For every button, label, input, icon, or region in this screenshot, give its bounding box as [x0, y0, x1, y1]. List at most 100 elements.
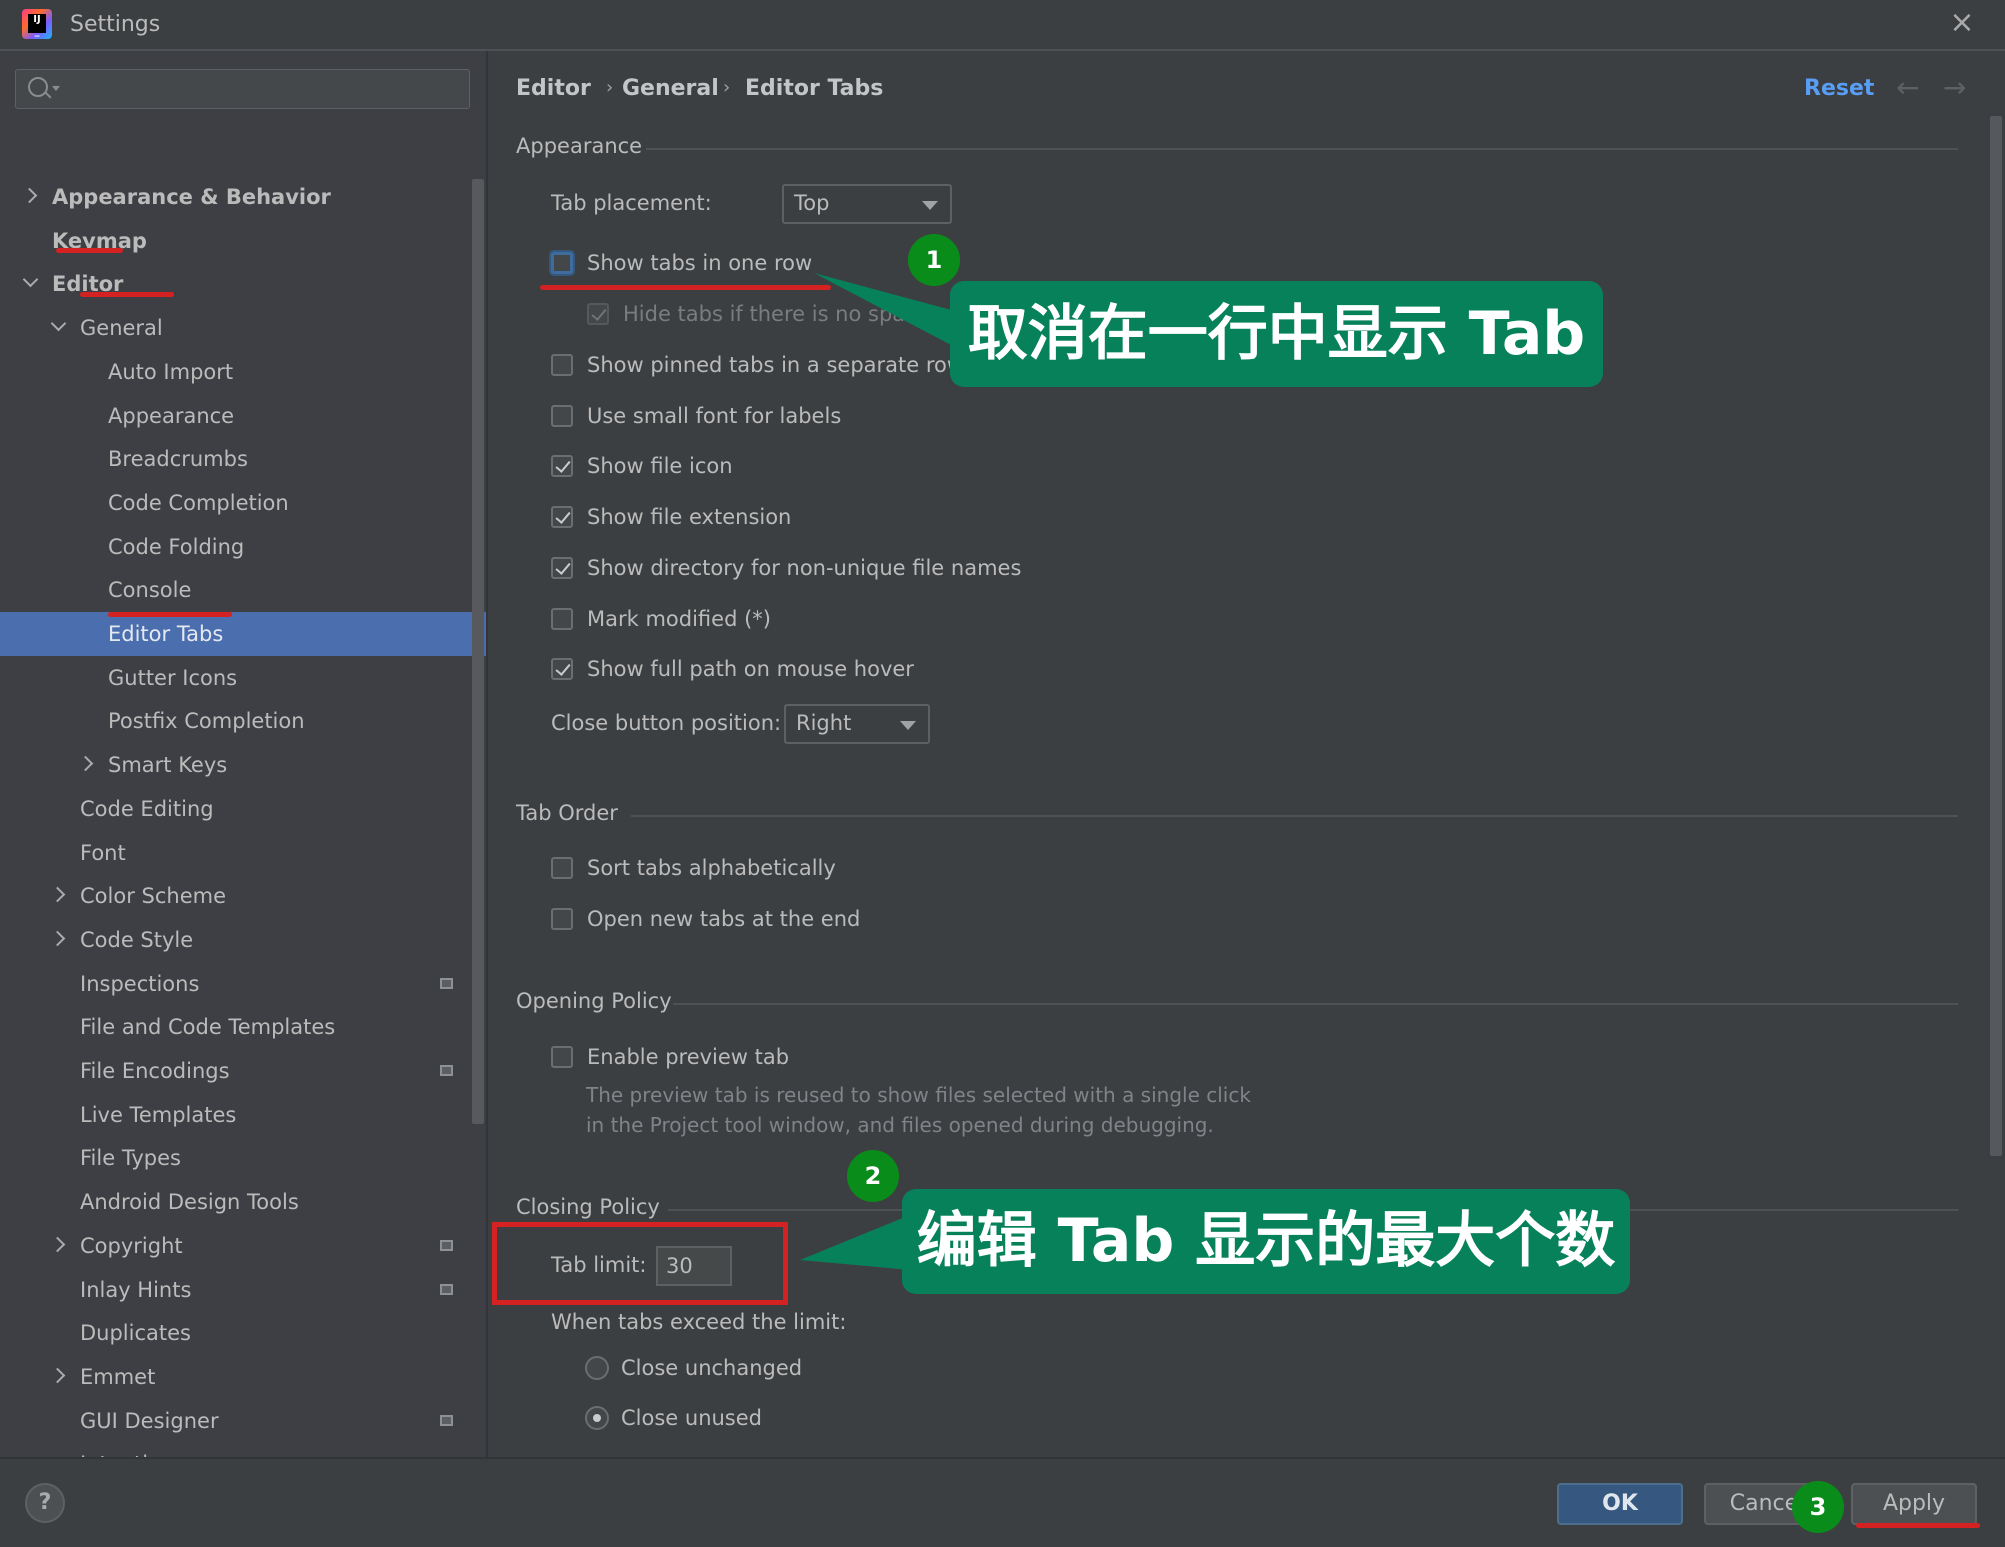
sidebar-item-label: Code Folding — [108, 534, 245, 559]
chevron-right-icon[interactable] — [24, 190, 36, 202]
checkbox-label: Enable preview tab — [587, 1045, 790, 1069]
checkbox-checked[interactable] — [551, 658, 573, 680]
sidebar-item-label: Code Editing — [80, 796, 214, 821]
sidebar-item-label: Console — [108, 578, 192, 603]
sidebar-item[interactable]: File Encodings — [0, 1049, 486, 1093]
sidebar-item-label: General — [80, 316, 163, 341]
sidebar-item[interactable]: Appearance & Behavior — [0, 175, 486, 219]
chevron-right-icon[interactable] — [52, 889, 64, 901]
help-button[interactable]: ? — [25, 1483, 65, 1523]
chevron-right-icon[interactable] — [52, 933, 64, 945]
chevron-down-icon[interactable] — [52, 321, 64, 333]
section-divider — [646, 148, 1958, 150]
checkbox-checked[interactable] — [551, 455, 573, 477]
tab-placement-label: Tab placement: — [551, 191, 712, 215]
checkbox-unchecked[interactable] — [551, 405, 573, 427]
apply-button[interactable]: Apply — [1851, 1483, 1977, 1525]
breadcrumb-general[interactable]: General — [622, 76, 719, 101]
sidebar-item[interactable]: Auto Import — [0, 350, 486, 394]
checkbox-unchecked[interactable] — [551, 1046, 573, 1068]
tab-placement-dropdown[interactable]: Top — [782, 184, 952, 224]
sidebar-item[interactable]: Android Design Tools — [0, 1180, 486, 1224]
sidebar-item-label: GUI Designer — [80, 1408, 219, 1433]
sidebar-item-label: Smart Keys — [108, 753, 228, 778]
sidebar-item[interactable]: Keymap — [0, 219, 486, 263]
sidebar-item[interactable]: Color Scheme — [0, 874, 486, 918]
sidebar-item[interactable]: Duplicates — [0, 1311, 486, 1355]
sidebar-item[interactable]: Code Editing — [0, 787, 486, 831]
sidebar-item[interactable]: Console — [0, 568, 486, 612]
checkbox-checked[interactable] — [551, 557, 573, 579]
sidebar-scrollbar[interactable] — [472, 179, 484, 1124]
sidebar-item[interactable]: Postfix Completion — [0, 699, 486, 743]
search-options-dropdown-icon[interactable] — [52, 86, 60, 91]
chevron-right-icon[interactable] — [52, 1239, 64, 1251]
close-icon[interactable]: × — [1948, 8, 1976, 38]
sidebar-item[interactable]: Editor — [0, 262, 486, 306]
sidebar-item-label: Inspections — [80, 971, 200, 996]
checkbox-label: Use small font for labels — [587, 404, 842, 428]
intellij-logo-icon: IJ _ — [22, 9, 52, 39]
sidebar-item-label: Intentions — [80, 1442, 185, 1457]
sidebar-item-label: Editor Tabs — [108, 622, 224, 646]
chevron-down-icon[interactable] — [24, 277, 36, 289]
back-arrow-icon[interactable]: ← — [1896, 71, 1919, 104]
sidebar-item[interactable]: Code Style — [0, 918, 486, 962]
search-input[interactable] — [64, 74, 463, 106]
radio-unselected[interactable] — [585, 1356, 609, 1380]
search-field[interactable] — [15, 69, 470, 109]
sidebar-item[interactable]: Emmet — [0, 1355, 486, 1399]
close-button-position-dropdown[interactable]: Right — [784, 704, 930, 744]
sidebar-item[interactable]: Inspections — [0, 962, 486, 1006]
sidebar-item[interactable]: Appearance — [0, 394, 486, 438]
close-button-position-value: Right — [796, 711, 852, 735]
checkbox-unchecked[interactable] — [551, 608, 573, 630]
sidebar-item[interactable]: Code Completion — [0, 481, 486, 525]
chevron-down-icon — [900, 721, 916, 730]
sidebar-item[interactable]: Editor Tabs — [0, 612, 486, 656]
checkbox-unchecked[interactable] — [551, 857, 573, 879]
sidebar-item[interactable]: Code Folding — [0, 525, 486, 569]
radio-selected[interactable] — [585, 1406, 609, 1430]
chevron-right-icon[interactable] — [80, 758, 92, 770]
checkbox-unchecked[interactable] — [551, 908, 573, 930]
sidebar-item-label: Android Design Tools — [80, 1190, 299, 1215]
checkbox-label: Show directory for non-unique file names — [587, 556, 1022, 580]
chevron-right-icon[interactable] — [52, 1370, 64, 1382]
project-settings-icon — [440, 1239, 453, 1251]
annotation-underline-editor — [56, 248, 123, 253]
sidebar-item-label: Editor — [52, 272, 124, 297]
sidebar-item-label: Font — [80, 840, 126, 865]
sidebar-item[interactable]: Breadcrumbs — [0, 437, 486, 481]
sidebar-item[interactable]: GUI Designer — [0, 1399, 486, 1443]
sidebar-item[interactable]: Copyright — [0, 1224, 486, 1268]
content-scrollbar[interactable] — [1990, 116, 2002, 1156]
section-divider — [673, 1003, 1958, 1005]
checkbox-unchecked[interactable] — [551, 252, 573, 274]
annotation-underline-apply — [1856, 1523, 1980, 1528]
checkbox-label: Show file icon — [587, 454, 733, 478]
sidebar-item[interactable]: File and Code Templates — [0, 1005, 486, 1049]
sidebar-item[interactable]: Font — [0, 831, 486, 875]
title-bar: IJ _ Settings × — [0, 0, 2005, 51]
ok-button[interactable]: OK — [1557, 1483, 1683, 1525]
sidebar-item[interactable]: Gutter Icons — [0, 656, 486, 700]
checkbox-unchecked[interactable] — [551, 354, 573, 376]
checkbox-checked[interactable] — [587, 303, 609, 325]
sidebar-item-label: Color Scheme — [80, 884, 226, 909]
forward-arrow-icon[interactable]: → — [1943, 71, 1966, 104]
sidebar-item[interactable]: Inlay Hints — [0, 1268, 486, 1312]
sidebar-item[interactable]: General — [0, 306, 486, 350]
sidebar-item[interactable]: Intentions — [0, 1442, 486, 1457]
sidebar-item-label: Inlay Hints — [80, 1277, 192, 1302]
checkbox-checked[interactable] — [551, 506, 573, 528]
tab-placement-value: Top — [794, 191, 830, 215]
breadcrumb-editor[interactable]: Editor — [516, 76, 591, 101]
sidebar-item-label: Breadcrumbs — [108, 447, 248, 472]
reset-link[interactable]: Reset — [1804, 76, 1874, 101]
sidebar-item[interactable]: Live Templates — [0, 1093, 486, 1137]
sidebar-item[interactable]: Smart Keys — [0, 743, 486, 787]
sidebar-item[interactable]: File Types — [0, 1136, 486, 1180]
sidebar-item-label: Live Templates — [80, 1102, 237, 1127]
preview-tab-hint: in the Project tool window, and files op… — [586, 1113, 1214, 1137]
